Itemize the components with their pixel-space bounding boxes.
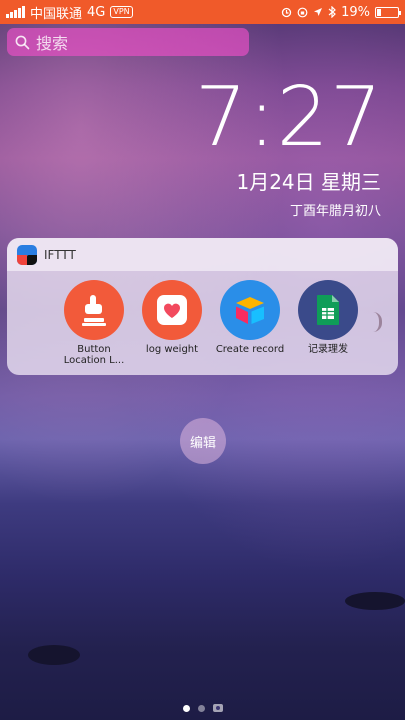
edit-button[interactable]: 编辑 — [180, 418, 226, 464]
camera-icon — [212, 704, 223, 712]
applet-circle — [142, 280, 202, 340]
applet-button-location[interactable]: Button Location L... — [55, 280, 133, 366]
page-indicator — [0, 704, 405, 712]
battery-icon — [375, 6, 401, 18]
applet-create-record[interactable]: Create record — [211, 280, 289, 366]
health-heart-icon — [157, 295, 187, 325]
orientation-lock-icon — [297, 7, 308, 17]
rock-decoration — [28, 645, 80, 665]
status-bar: 中国联通 4G VPN 19% — [0, 0, 405, 24]
clock-time: 7:27 — [194, 70, 383, 165]
location-arrow-icon — [314, 8, 323, 16]
signal-strength-icon — [6, 6, 25, 18]
bluetooth-icon — [328, 6, 336, 18]
hand-tap-icon — [82, 295, 106, 326]
applet-label: Button Location L... — [63, 344, 125, 366]
search-icon — [15, 35, 30, 49]
battery-percent: 19% — [341, 4, 370, 20]
applet-circle — [298, 280, 358, 340]
applet-circle — [220, 280, 280, 340]
applet-label: Create record — [215, 344, 285, 355]
ifttt-widget: IFTTT Button Location L... log weight Cr… — [7, 238, 398, 375]
applet-label: log weight — [145, 344, 199, 355]
applet-label: 记录理发 — [308, 344, 348, 355]
clock-date: 1月24日 星期三 — [236, 170, 381, 194]
widget-header[interactable]: IFTTT — [7, 238, 398, 271]
search-placeholder: 搜索 — [36, 34, 69, 53]
google-sheets-icon — [317, 295, 339, 325]
chevron-right-icon[interactable] — [373, 312, 382, 332]
widget-title: IFTTT — [44, 247, 76, 262]
network-type: 4G — [87, 4, 106, 20]
applet-log-weight[interactable]: log weight — [133, 280, 211, 366]
page-dot — [197, 704, 205, 712]
carrier-name: 中国联通 — [30, 6, 83, 22]
lunar-date: 丁酉年腊月初八 — [289, 204, 381, 219]
search-bar[interactable]: 搜索 — [7, 28, 249, 56]
ifttt-app-icon — [17, 244, 37, 265]
vpn-badge: VPN — [110, 6, 133, 18]
alarm-icon — [281, 7, 292, 17]
applet-circle — [64, 280, 124, 340]
page-dot-active — [182, 704, 190, 712]
airtable-icon — [236, 297, 264, 324]
applet-haircut-log[interactable]: 记录理发 — [289, 280, 367, 366]
rock-decoration — [345, 592, 405, 610]
